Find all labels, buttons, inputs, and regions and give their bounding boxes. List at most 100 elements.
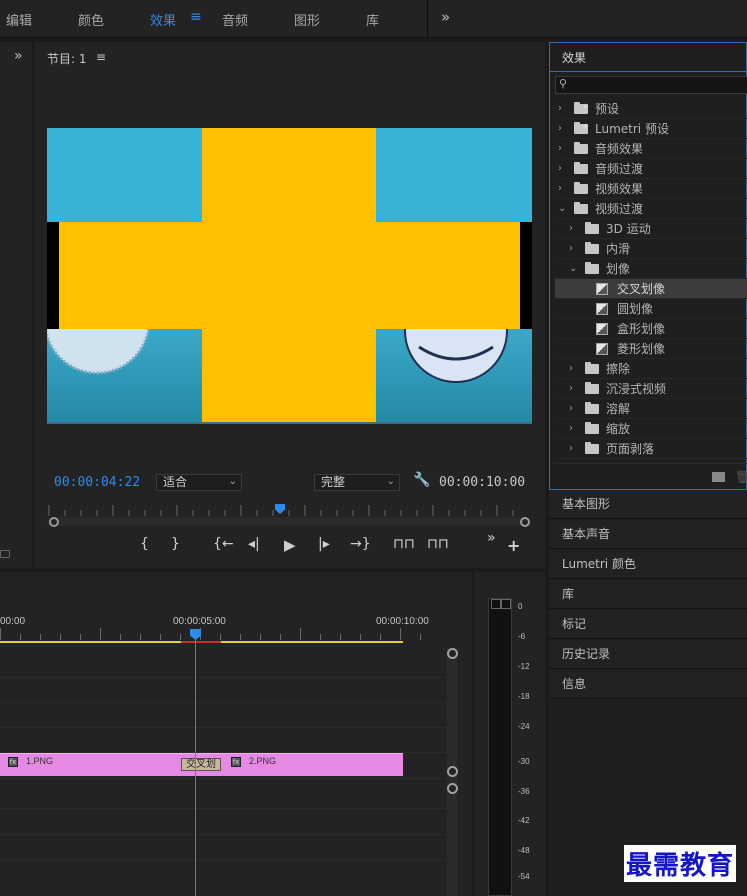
effects-tree-item[interactable]: 盒形划像 xyxy=(555,319,747,339)
program-video-frame[interactable] xyxy=(47,128,532,424)
folder-icon xyxy=(574,162,588,174)
cross-iris-transition[interactable]: 交叉划 xyxy=(181,758,221,771)
lift-button[interactable]: ⊓⊓ xyxy=(393,536,415,552)
transition-icon xyxy=(596,303,608,315)
effects-panel-title[interactable]: 效果 xyxy=(562,49,586,66)
extract-button[interactable]: ⊓⊓ xyxy=(427,536,449,552)
fit-dropdown[interactable]: 适合 ⌄ xyxy=(156,474,242,491)
effects-tree-item[interactable]: 圆划像 xyxy=(555,299,747,319)
program-time-ruler[interactable] xyxy=(47,503,527,517)
effects-tree-label: 圆划像 xyxy=(617,302,654,316)
new-bin-icon[interactable] xyxy=(712,472,725,482)
fx-badge-icon: fx xyxy=(231,757,241,767)
effects-tree-label: 页面剥落 xyxy=(606,442,655,456)
effects-tree-item[interactable]: ⌄ 视频过渡 xyxy=(555,199,747,219)
clip-2-png[interactable]: fx 2.PNG xyxy=(196,753,403,776)
fx-badge-icon: fx xyxy=(8,757,18,767)
wrench-icon[interactable]: 🔧 xyxy=(413,472,430,488)
zoom-handle-left[interactable] xyxy=(49,517,59,527)
chevron-right-icon[interactable]: › xyxy=(569,359,573,379)
watermark-logo: 最需教育 xyxy=(624,845,737,882)
program-scrub-track[interactable] xyxy=(47,517,527,526)
effects-panel: 效果 ⚲ › ★ 预设 › ★ Lumetri 预设 › 音频效果 › 音频过渡 › 视频效果 ⌄ 视频过… xyxy=(549,42,747,490)
quality-dropdown[interactable]: 完整 ⌄ xyxy=(314,474,400,491)
panel-essential-sound[interactable]: 基本声音 xyxy=(549,520,747,549)
chevron-right-icon[interactable]: › xyxy=(569,239,573,259)
go-to-out-button[interactable]: →} xyxy=(350,536,371,552)
play-button[interactable]: ▶ xyxy=(284,536,296,554)
tab-libraries[interactable]: 库 xyxy=(366,10,379,29)
mark-in-button[interactable]: { xyxy=(140,536,149,552)
playhead-timecode[interactable]: 00:00:04:22 xyxy=(54,475,140,490)
effects-tree-item[interactable]: › 内滑 xyxy=(555,239,747,259)
chevron-right-icon[interactable]: › xyxy=(558,159,562,179)
scroll-handle-bottom[interactable] xyxy=(447,766,458,777)
chevron-right-icon[interactable]: › xyxy=(569,219,573,239)
panel-libraries[interactable]: 库 xyxy=(549,580,747,609)
audio-meter-bar[interactable] xyxy=(488,598,512,896)
tab-edit[interactable]: 编辑 xyxy=(6,10,32,29)
chevron-down-icon[interactable]: ⌄ xyxy=(558,199,566,219)
workspace-menu-icon[interactable]: ≡ xyxy=(190,9,202,25)
effects-tree-item[interactable]: › 视频效果 xyxy=(555,179,747,199)
folder-icon xyxy=(585,242,599,254)
tab-audio[interactable]: 音频 xyxy=(222,10,248,29)
effects-tree-item[interactable]: › 溶解 xyxy=(555,399,747,419)
effects-tree-item[interactable]: › ★ 预设 xyxy=(555,99,747,119)
chevron-right-icon[interactable]: › xyxy=(569,399,573,419)
chevron-right-icon[interactable]: › xyxy=(569,379,573,399)
effects-tree-item[interactable]: › 缩放 xyxy=(555,419,747,439)
program-monitor-title[interactable]: 节目: 1 xyxy=(47,50,87,67)
effects-search-input[interactable]: ⚲ xyxy=(555,76,747,94)
effects-tree-item[interactable]: ⌄ 划像 xyxy=(555,259,747,279)
workspace-bar: 编辑 颜色 效果 ≡ 音频 图形 库 » xyxy=(0,0,747,38)
panel-essential-graphics[interactable]: 基本图形 xyxy=(549,490,747,519)
effects-tree-label: 视频效果 xyxy=(595,182,644,196)
go-to-in-button[interactable]: {← xyxy=(213,536,234,552)
clip-1-png[interactable]: fx 1.PNG xyxy=(0,753,195,776)
trash-icon[interactable]: 🗑 xyxy=(735,470,747,484)
program-menu-icon[interactable]: ≡ xyxy=(96,50,106,64)
panel-lumetri-color[interactable]: Lumetri 颜色 xyxy=(549,550,747,579)
scroll-handle-top[interactable] xyxy=(447,648,458,659)
effects-tree-item[interactable]: 交叉划像 xyxy=(555,279,747,299)
panel-markers[interactable]: 标记 xyxy=(549,610,747,639)
expand-panel-icon[interactable]: » xyxy=(14,48,22,64)
effects-tree-item[interactable]: › ★ Lumetri 预设 xyxy=(555,119,747,139)
chevron-right-icon[interactable]: › xyxy=(558,99,562,119)
transition-icon xyxy=(596,343,608,355)
effects-tree-item[interactable]: › 音频效果 xyxy=(555,139,747,159)
panel-history[interactable]: 历史记录 xyxy=(549,640,747,669)
effects-tree-label: 音频过渡 xyxy=(595,162,644,176)
timeline-ruler[interactable] xyxy=(0,628,440,640)
mark-out-button[interactable]: } xyxy=(171,536,180,552)
effects-tree-item[interactable]: › 沉浸式视频 xyxy=(555,379,747,399)
tab-graphics[interactable]: 图形 xyxy=(294,10,320,29)
effects-tree-item[interactable]: › 页面剥落 xyxy=(555,439,747,459)
chevron-right-icon[interactable]: › xyxy=(558,139,562,159)
tab-color[interactable]: 颜色 xyxy=(78,10,104,29)
effects-tree-item[interactable]: › 音频过渡 xyxy=(555,159,747,179)
effects-tree-label: 缩放 xyxy=(606,422,631,436)
chevron-right-icon[interactable]: › xyxy=(569,419,573,439)
effects-tree-item[interactable]: 菱形划像 xyxy=(555,339,747,359)
cross-wipe-vertical xyxy=(202,128,376,422)
chevron-right-icon[interactable]: › xyxy=(558,119,562,139)
effects-tree-label: 音频效果 xyxy=(595,142,644,156)
scroll-handle-top-audio[interactable] xyxy=(447,783,458,794)
tab-effects[interactable]: 效果 xyxy=(150,10,176,29)
step-forward-button[interactable]: |▸ xyxy=(318,536,330,552)
chevron-right-icon[interactable]: › xyxy=(558,179,562,199)
effects-tree-item[interactable]: › 3D 运动 xyxy=(555,219,747,239)
step-back-button[interactable]: ◂| xyxy=(248,536,260,552)
zoom-handle-right[interactable] xyxy=(520,517,530,527)
chevron-down-icon[interactable]: ⌄ xyxy=(569,259,577,279)
button-editor-plus-icon[interactable]: + xyxy=(507,536,520,555)
chevron-right-icon[interactable]: › xyxy=(569,439,573,459)
more-controls-icon[interactable]: » xyxy=(487,530,495,546)
meter-label: -48 xyxy=(518,846,530,855)
effects-tree-item[interactable]: › 擦除 xyxy=(555,359,747,379)
panel-info[interactable]: 信息 xyxy=(549,670,747,699)
more-workspaces-icon[interactable]: » xyxy=(441,8,450,26)
export-frame-icon[interactable] xyxy=(0,550,10,558)
